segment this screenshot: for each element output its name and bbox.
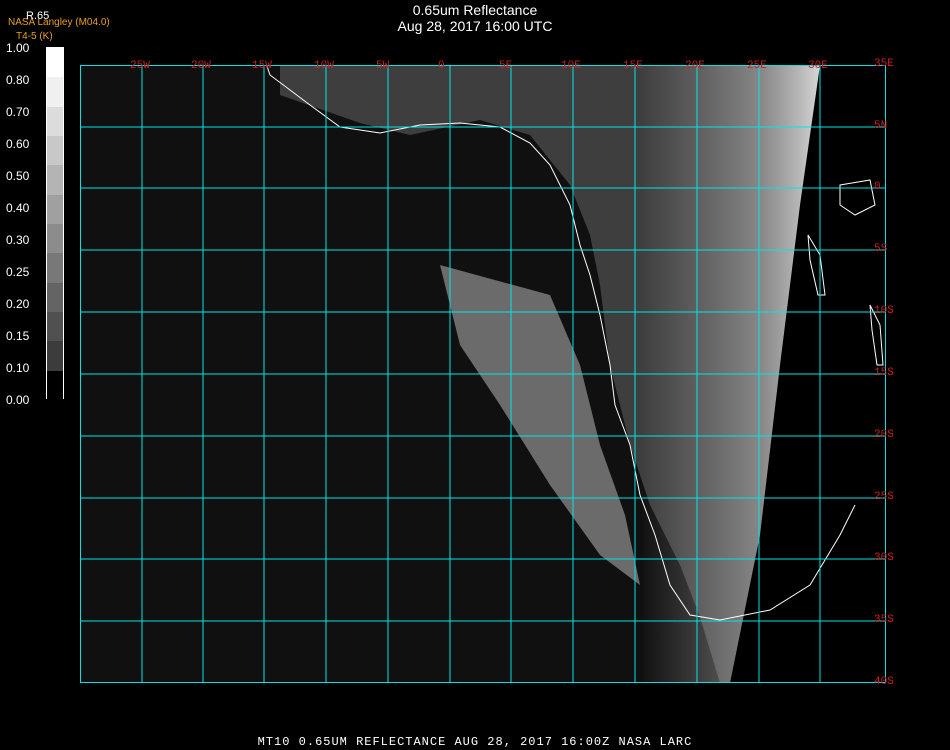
longitude-label: 15E: [623, 60, 643, 72]
longitude-label: 15W: [252, 60, 272, 72]
latitude-label: 15S: [874, 367, 894, 379]
latitude-label: 25S: [874, 491, 894, 503]
colorbar-tick-label: 0.15: [6, 329, 30, 343]
longitude-label: 10W: [314, 60, 334, 72]
longitude-label: 20W: [191, 60, 211, 72]
longitude-label: 25E: [747, 60, 767, 72]
colorbar-segment: [47, 194, 63, 224]
longitude-label: 20E: [685, 60, 705, 72]
latitude-label: 0: [874, 181, 881, 193]
colorbar-segment: [47, 165, 63, 195]
colorbar-segment: [47, 224, 63, 254]
colorbar-segment: [47, 370, 63, 400]
colorbar-segment: [47, 106, 63, 136]
colorbar-tick-label: 0.20: [6, 297, 30, 311]
footer-caption: MT10 0.65UM REFLECTANCE AUG 28, 2017 16:…: [257, 735, 693, 749]
colorbar-tick-label: 0.30: [6, 233, 30, 247]
latitude-label: 5N: [874, 120, 888, 132]
colorbar-segment: [47, 282, 63, 312]
lake-victoria: [839, 179, 876, 216]
longitude-label: 25W: [130, 60, 150, 72]
colorbar-tick-label: 1.00: [6, 41, 30, 55]
latitude-label: 40S: [874, 676, 894, 688]
colorbar-tick-label: 0.60: [6, 137, 30, 151]
map-timestamp: Aug 28, 2017 16:00 UTC: [397, 18, 553, 34]
colorbar: [46, 47, 64, 400]
colorbar-segment: [47, 77, 63, 107]
colorbar-tick-label: 0.80: [6, 73, 30, 87]
colorbar-tick-label: 0.10: [6, 361, 30, 375]
colorbar-segment: [47, 312, 63, 342]
scale-label: R.65: [26, 10, 50, 22]
colorbar-tick-label: 0.00: [6, 393, 30, 407]
latitude-label: 10S: [874, 305, 894, 317]
latitude-label: 5S: [874, 243, 888, 255]
colorbar-segment: [47, 253, 63, 283]
latitude-label: 20S: [874, 429, 894, 441]
colorbar-segment: [47, 341, 63, 371]
latitude-label: 30S: [874, 552, 894, 564]
longitude-label: 0: [438, 60, 445, 72]
colorbar-tick-label: 0.40: [6, 201, 30, 215]
longitude-label: 10E: [561, 60, 581, 72]
colorbar-segment: [47, 136, 63, 166]
colorbar-tick-label: 0.70: [6, 105, 30, 119]
colorbar-segment: [47, 48, 63, 78]
credit-line-1: NASA Langley (M04.0): [8, 17, 110, 28]
colorbar-tick-label: 0.50: [6, 169, 30, 183]
longitude-label: 5W: [376, 60, 390, 72]
satellite-map: [80, 65, 886, 683]
latitude-label: 35E: [874, 58, 894, 70]
lake-tanganyika: [807, 234, 826, 296]
colorbar-tick-label: 0.25: [6, 265, 30, 279]
latitude-label: 35S: [874, 614, 894, 626]
longitude-label: 30E: [808, 60, 828, 72]
map-title: 0.65um Reflectance: [412, 2, 538, 18]
longitude-label: 5E: [499, 60, 513, 72]
